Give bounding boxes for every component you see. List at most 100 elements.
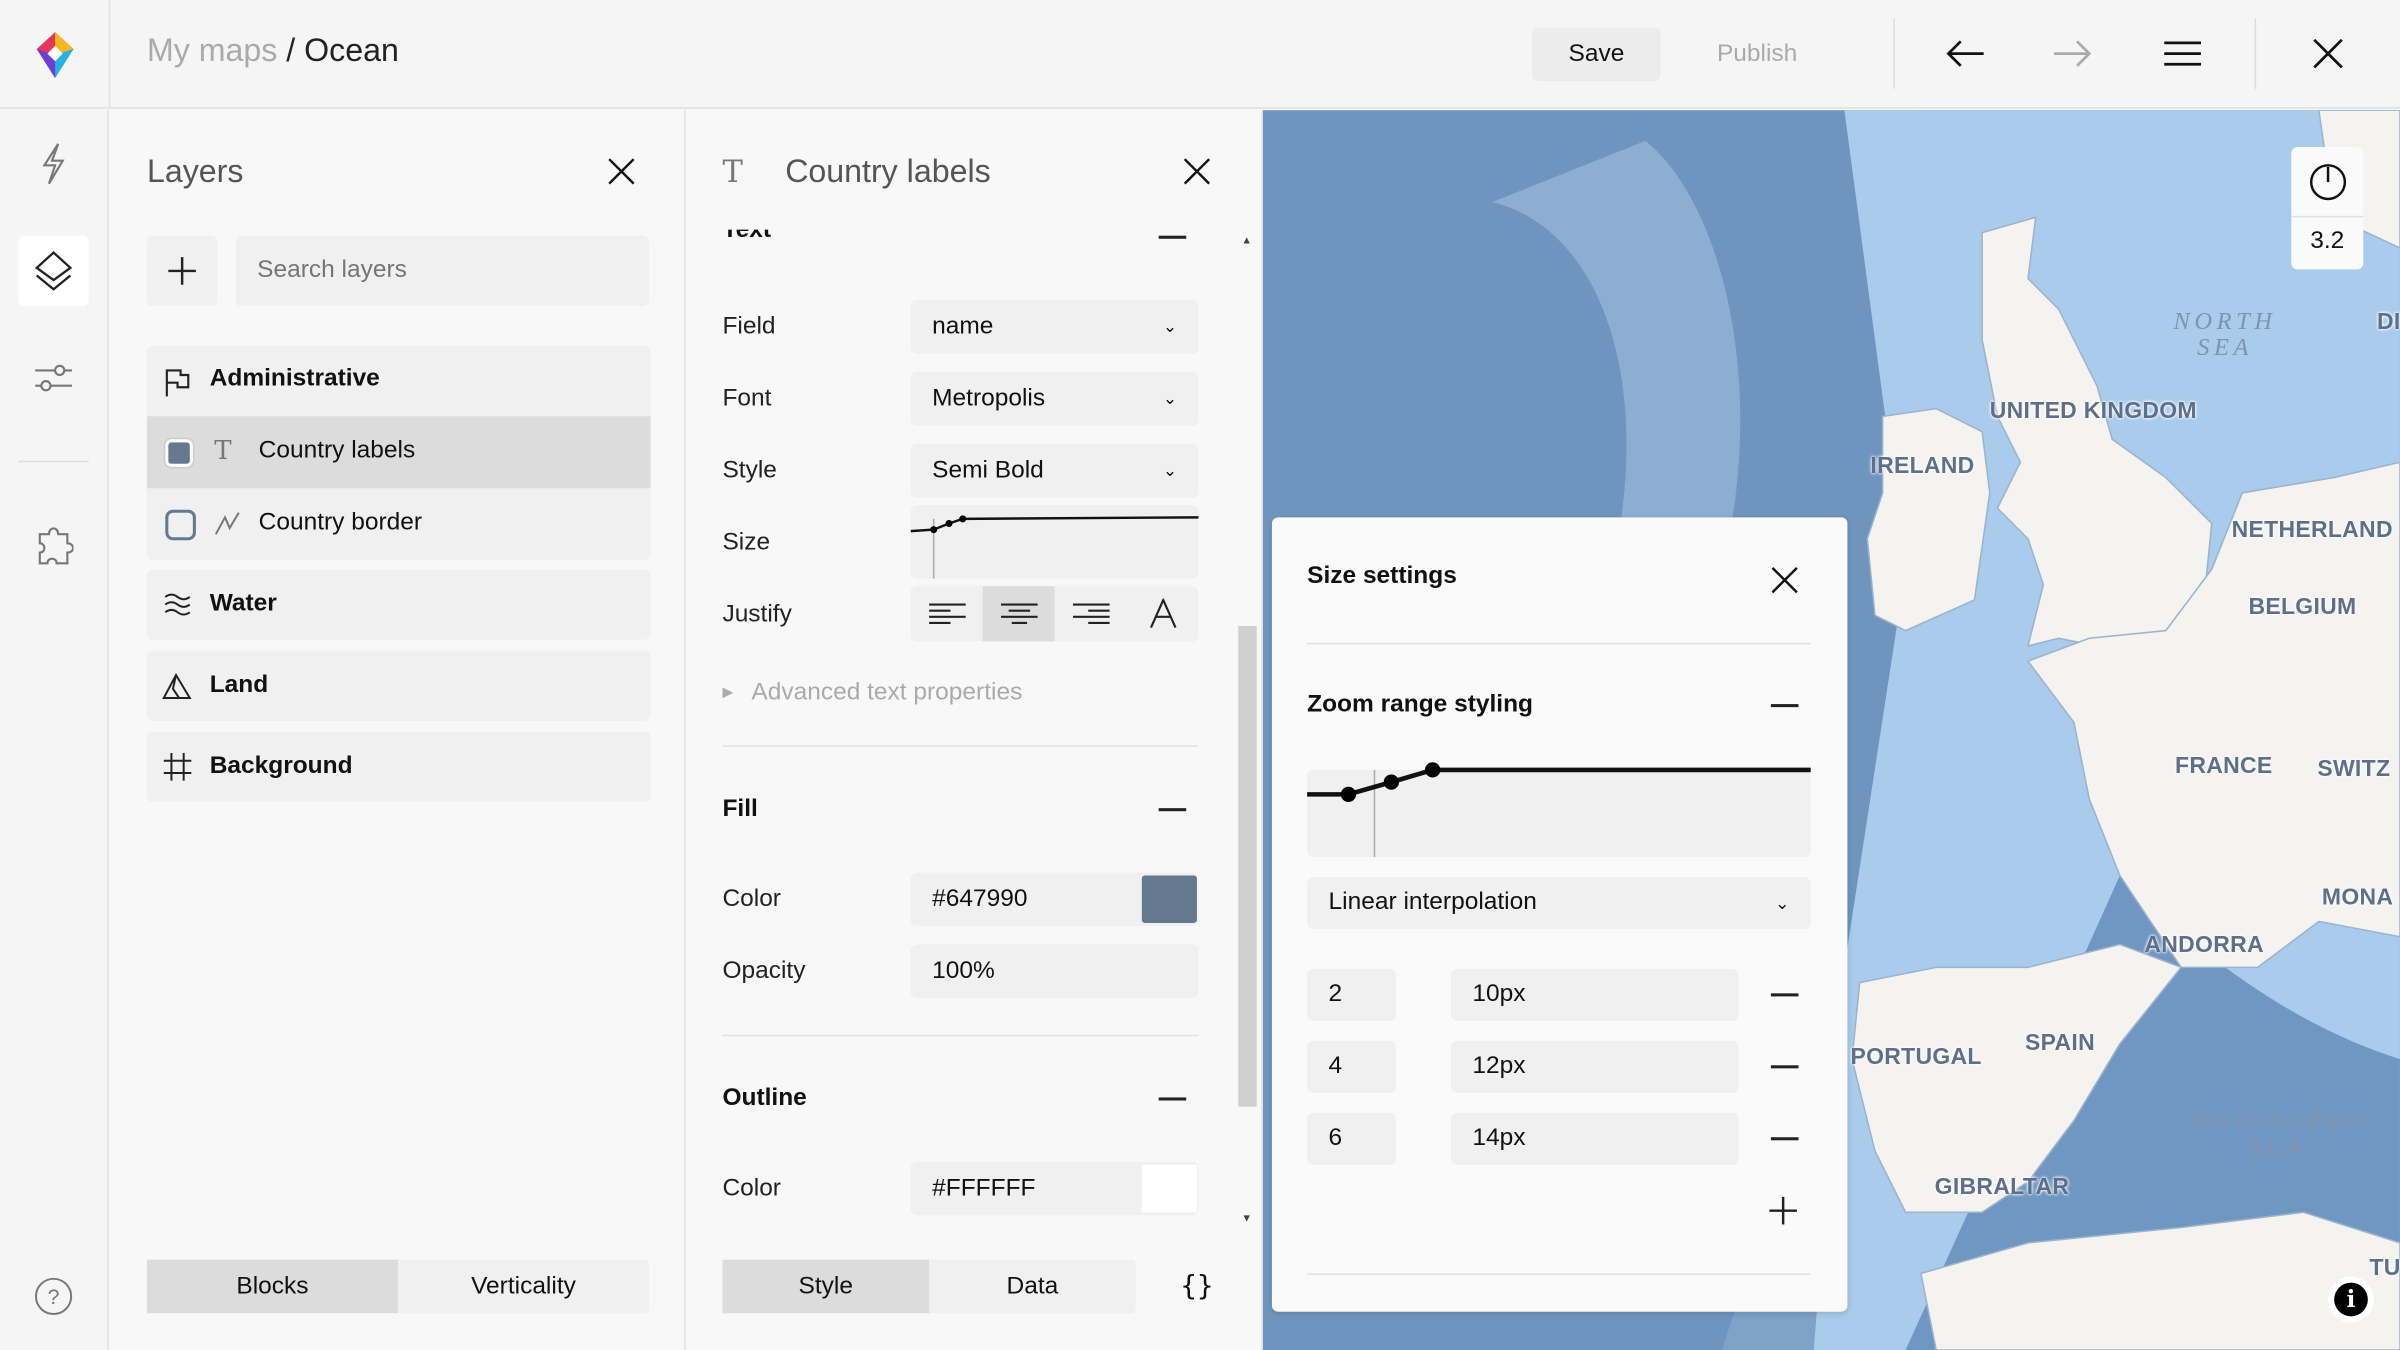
group-label: Administrative: [209, 365, 380, 392]
outline-color-input[interactable]: #FFFFFF: [910, 1161, 1199, 1216]
publish-button[interactable]: Publish: [1696, 28, 1818, 82]
style-scroll-area: Text Field name ⌄ Font Metropolis ⌄ Style …: [686, 230, 1237, 1222]
style-scrollbar[interactable]: ▲ ▼: [1238, 236, 1257, 1224]
code-json-button[interactable]: {}: [1169, 1260, 1224, 1314]
close-layers-icon[interactable]: [603, 153, 640, 190]
map-label-germany: DI: [2377, 309, 2400, 336]
add-stop-button[interactable]: [1765, 1192, 1802, 1229]
layer-visibility-checkbox[interactable]: [165, 439, 193, 467]
zoom-indicator[interactable]: 3.2: [2291, 146, 2364, 270]
layer-visibility-checkbox[interactable]: [165, 509, 196, 541]
layer-group-land[interactable]: Land: [146, 650, 651, 721]
font-label: Font: [722, 385, 772, 412]
align-center-icon[interactable]: [982, 586, 1055, 642]
style-panel-title: Country labels: [785, 154, 991, 190]
stop-size-input[interactable]: 14px: [1451, 1112, 1739, 1165]
outline-color-label: Color: [722, 1175, 781, 1202]
sliders-icon[interactable]: [18, 343, 88, 413]
curve-stop-point: [1340, 786, 1357, 803]
map-label-portugal: PORTUGAL: [1850, 1043, 1982, 1070]
tab-style[interactable]: Style: [722, 1259, 930, 1314]
zoom-stop-row: 4 12px: [1272, 1040, 1848, 1093]
align-right-icon[interactable]: [1055, 586, 1127, 641]
breadcrumb-current-map: Ocean: [304, 33, 399, 69]
outline-color-swatch[interactable]: [1141, 1164, 1197, 1213]
zoom-size-curve-chart[interactable]: [1307, 762, 1811, 858]
breadcrumb-my-maps[interactable]: My maps: [147, 34, 277, 69]
stop-zoom-value: 2: [1328, 981, 1343, 1008]
map-label-uk: UNITED KINGDOM: [1989, 397, 2197, 424]
tab-verticality[interactable]: Verticality: [398, 1260, 649, 1314]
map-label-spain: SPAIN: [2024, 1030, 2095, 1057]
breadcrumb: My maps / Ocean: [147, 34, 399, 71]
advanced-text-toggle[interactable]: ▶ Advanced text properties: [722, 680, 1022, 708]
stop-zoom-input[interactable]: 2: [1307, 968, 1396, 1021]
collapse-fill-icon[interactable]: [1158, 808, 1187, 812]
search-layers-input[interactable]: [235, 235, 649, 307]
close-editor-icon[interactable]: [2302, 31, 2354, 77]
curve-stop-point: [1383, 774, 1399, 790]
undo-arrow-icon[interactable]: [1938, 31, 1993, 77]
outline-color-value: #FFFFFF: [932, 1174, 1036, 1201]
waves-icon: [159, 586, 196, 623]
lightning-icon[interactable]: [18, 129, 88, 199]
save-button[interactable]: Save: [1532, 27, 1661, 82]
scrollbar-thumb[interactable]: [1238, 626, 1257, 1107]
close-size-settings-icon[interactable]: [1766, 562, 1803, 599]
stop-size-input[interactable]: 12px: [1451, 1040, 1739, 1093]
justify-label: Justify: [722, 601, 792, 628]
auto-justify-icon[interactable]: [1127, 586, 1199, 641]
redo-arrow-icon[interactable]: [2045, 31, 2100, 77]
collapse-outline-icon[interactable]: [1158, 1097, 1187, 1101]
stop-zoom-input[interactable]: 6: [1307, 1112, 1396, 1165]
info-icon[interactable]: i: [2328, 1276, 2374, 1323]
layers-icon[interactable]: [18, 235, 89, 307]
curve-stop-point: [1424, 762, 1441, 778]
map-label-switzerland: SWITZ: [2317, 756, 2391, 783]
tab-blocks[interactable]: Blocks: [146, 1259, 398, 1314]
triangle-right-icon: ▶: [722, 684, 734, 700]
size-curve-preview[interactable]: [910, 505, 1199, 579]
stop-size-value: 14px: [1472, 1124, 1526, 1152]
field-value: name: [932, 313, 994, 340]
collapse-text-icon[interactable]: [1158, 235, 1187, 239]
map-label-netherlands: NETHERLAND: [2231, 517, 2393, 544]
stop-size-value: 12px: [1472, 1053, 1526, 1080]
style-select[interactable]: Semi Bold ⌄: [910, 443, 1199, 498]
remove-stop-icon[interactable]: [1770, 1065, 1799, 1069]
align-left-icon[interactable]: [911, 586, 983, 641]
app-logo[interactable]: [0, 0, 109, 109]
stop-size-input[interactable]: 10px: [1451, 968, 1739, 1021]
layer-group-water[interactable]: Water: [146, 569, 651, 640]
interpolation-value: Linear interpolation: [1328, 889, 1537, 916]
group-label: Water: [209, 590, 277, 617]
remove-stop-icon[interactable]: [1770, 1137, 1799, 1141]
add-layer-button[interactable]: [146, 235, 218, 307]
map-label-belgium: BELGIUM: [2248, 593, 2357, 620]
puzzle-icon[interactable]: [18, 511, 88, 581]
help-icon[interactable]: ?: [18, 1261, 88, 1331]
line-layer-icon: [214, 510, 242, 538]
layer-group-administrative[interactable]: Administrative T Country labels Country …: [146, 345, 651, 561]
fill-color-swatch[interactable]: [1141, 875, 1197, 923]
map-label-ireland: IRELAND: [1870, 453, 1975, 480]
fill-opacity-input[interactable]: 100%: [910, 944, 1199, 998]
menu-icon[interactable]: [2155, 31, 2210, 77]
close-style-panel-icon[interactable]: [1179, 153, 1216, 190]
remove-stop-icon[interactable]: [1770, 993, 1799, 997]
collapse-zoom-range-icon[interactable]: [1770, 704, 1799, 708]
field-select[interactable]: name ⌄: [910, 299, 1199, 354]
tab-data[interactable]: Data: [929, 1260, 1136, 1314]
font-select[interactable]: Metropolis ⌄: [910, 371, 1199, 426]
fill-color-input[interactable]: #647990: [910, 872, 1199, 927]
compass-icon[interactable]: [2291, 147, 2364, 218]
layer-group-background[interactable]: Background: [146, 731, 651, 803]
stop-zoom-input[interactable]: 4: [1307, 1040, 1396, 1093]
interpolation-select[interactable]: Linear interpolation ⌄: [1307, 877, 1811, 930]
layer-item-country-labels[interactable]: T Country labels: [146, 416, 651, 489]
zoom-stop-row: 2 10px: [1272, 968, 1848, 1021]
layer-item-country-border[interactable]: Country border: [147, 488, 651, 560]
zoom-stop-row: 6 14px: [1272, 1112, 1848, 1165]
text-layer-icon: T: [722, 153, 743, 190]
size-settings-title: Size settings: [1307, 563, 1457, 590]
